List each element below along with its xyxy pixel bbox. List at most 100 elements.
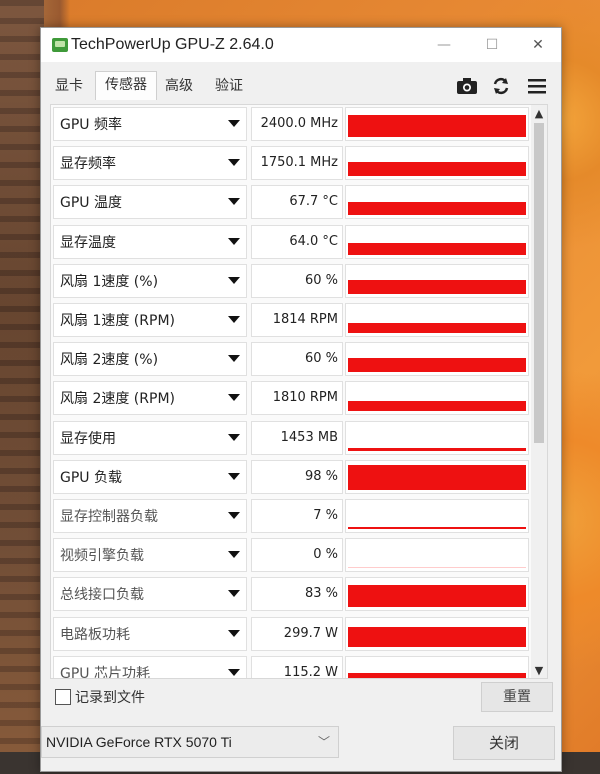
log-to-file-label: 记录到文件 bbox=[75, 690, 145, 706]
sensor-value-cell: 67.7 °C bbox=[251, 185, 343, 220]
sensor-name: 总线接口负载 bbox=[60, 587, 144, 604]
toolbar bbox=[455, 74, 551, 98]
sensor-name-dropdown[interactable]: 电路板功耗 bbox=[53, 616, 247, 651]
sensor-graph-fill bbox=[348, 626, 526, 647]
sensor-value: 67.7 °C bbox=[289, 194, 338, 210]
sensor-graph bbox=[345, 420, 529, 455]
sensor-scrollbar[interactable]: ▲ ▼ bbox=[531, 105, 547, 678]
sensor-value-cell: 115.2 W bbox=[251, 655, 343, 678]
sensor-value-cell: 60 % bbox=[251, 342, 343, 377]
maximize-button[interactable]: ☐ bbox=[469, 28, 515, 62]
sensor-graph bbox=[345, 107, 529, 141]
sensor-graph-fill bbox=[348, 162, 526, 177]
dropdown-arrow-icon[interactable] bbox=[228, 590, 240, 598]
sensor-name-dropdown[interactable]: 风扇 2速度 (RPM) bbox=[53, 381, 247, 416]
tab-advanced[interactable]: 高级 bbox=[159, 73, 199, 99]
sensor-name-dropdown[interactable]: 风扇 1速度 (%) bbox=[53, 263, 247, 298]
sensor-graph bbox=[345, 459, 529, 494]
dropdown-arrow-icon[interactable] bbox=[228, 433, 240, 441]
tab-graphics-card[interactable]: 显卡 bbox=[49, 73, 89, 99]
sensor-graph bbox=[345, 381, 529, 416]
tab-bar: 显卡 传感器 高级 验证 bbox=[49, 71, 289, 100]
sensor-name-dropdown[interactable]: GPU 温度 bbox=[53, 185, 247, 220]
sensor-graph bbox=[345, 616, 529, 651]
dropdown-arrow-icon[interactable] bbox=[228, 159, 240, 167]
sensor-name: GPU 温度 bbox=[60, 195, 122, 212]
sensor-graph bbox=[345, 577, 529, 612]
scroll-up-icon[interactable]: ▲ bbox=[531, 105, 547, 121]
sensor-name-dropdown[interactable]: 视频引擎负载 bbox=[53, 538, 247, 573]
sensor-graph-fill bbox=[348, 202, 526, 216]
sensor-value: 1814 RPM bbox=[272, 312, 338, 327]
sensor-row: GPU 温度 67.7 °C bbox=[53, 183, 529, 220]
refresh-icon[interactable] bbox=[489, 74, 513, 98]
hamburger-menu-icon[interactable] bbox=[525, 74, 549, 98]
scroll-thumb[interactable] bbox=[534, 123, 544, 443]
reset-button[interactable]: 重置 bbox=[481, 682, 553, 712]
sensor-row: 显存温度 64.0 °C bbox=[53, 223, 529, 259]
close-icon: ✕ bbox=[532, 37, 544, 53]
sensor-graph bbox=[345, 655, 529, 678]
sensor-name: 显存频率 bbox=[60, 156, 116, 173]
sensor-graph-fill bbox=[348, 672, 526, 678]
sensor-value: 1810 RPM bbox=[272, 390, 338, 406]
sensor-graph-fill bbox=[348, 323, 526, 333]
dropdown-arrow-icon[interactable] bbox=[228, 276, 240, 284]
log-to-file-checkbox[interactable] bbox=[55, 689, 71, 705]
sensor-graph-fill bbox=[348, 585, 526, 608]
sensor-name-dropdown[interactable]: 显存使用 bbox=[53, 420, 247, 455]
dropdown-arrow-icon[interactable] bbox=[228, 316, 240, 323]
sensor-graph bbox=[345, 263, 529, 298]
sensor-name-dropdown[interactable]: 显存温度 bbox=[53, 224, 247, 259]
sensor-value-cell: 1810 RPM bbox=[251, 381, 343, 416]
sensor-name-dropdown[interactable]: GPU 频率 bbox=[53, 107, 247, 141]
sensor-name-dropdown[interactable]: 显存控制器负载 bbox=[53, 499, 247, 533]
device-select[interactable]: NVIDIA GeForce RTX 5070 Ti ﹀ bbox=[41, 726, 339, 758]
sensor-name: 显存温度 bbox=[60, 234, 116, 251]
minimize-icon: — bbox=[437, 37, 451, 53]
dropdown-arrow-icon[interactable] bbox=[228, 472, 240, 480]
minimize-button[interactable]: — bbox=[421, 28, 467, 62]
dropdown-arrow-icon[interactable] bbox=[228, 355, 240, 363]
tab-sensors[interactable]: 传感器 bbox=[95, 71, 157, 100]
sensor-graph-fill bbox=[348, 401, 526, 412]
sensor-name-dropdown[interactable]: GPU 负载 bbox=[53, 459, 247, 494]
dropdown-arrow-icon[interactable] bbox=[228, 551, 240, 559]
sensor-value-cell: 299.7 W bbox=[251, 616, 343, 651]
scroll-down-icon[interactable]: ▼ bbox=[531, 662, 547, 678]
sensor-name-dropdown[interactable]: 总线接口负载 bbox=[53, 577, 247, 612]
sensor-name: GPU 频率 bbox=[60, 117, 122, 133]
dropdown-arrow-icon[interactable] bbox=[228, 629, 240, 637]
dropdown-arrow-icon[interactable] bbox=[228, 512, 240, 519]
sensor-name-dropdown[interactable]: 风扇 2速度 (%) bbox=[53, 342, 247, 377]
gpuz-window: TechPowerUp GPU-Z 2.64.0 — ☐ ✕ 显卡 传感器 高级… bbox=[40, 27, 562, 772]
sensor-value-cell: 2400.0 MHz bbox=[251, 107, 343, 141]
sensor-value: 2400.0 MHz bbox=[260, 116, 338, 131]
close-window-button[interactable]: ✕ bbox=[515, 28, 561, 62]
sensor-graph-fill bbox=[348, 447, 526, 451]
sensor-row: 电路板功耗 299.7 W bbox=[53, 615, 529, 651]
sensor-graph bbox=[345, 499, 529, 533]
sensor-value: 1453 MB bbox=[280, 429, 338, 445]
sensor-value-cell: 98 % bbox=[251, 459, 343, 494]
dropdown-arrow-icon[interactable] bbox=[228, 394, 240, 402]
close-button[interactable]: 关闭 bbox=[453, 726, 555, 760]
sensor-graph-fill bbox=[348, 115, 526, 137]
sensor-name-dropdown[interactable]: 显存频率 bbox=[53, 146, 247, 181]
dropdown-arrow-icon[interactable] bbox=[228, 237, 240, 245]
dropdown-arrow-icon[interactable] bbox=[228, 668, 240, 676]
sensor-name-dropdown[interactable]: GPU 芯片功耗 bbox=[53, 655, 247, 678]
sensor-value: 0 % bbox=[313, 547, 338, 563]
dropdown-arrow-icon[interactable] bbox=[228, 120, 240, 127]
dropdown-arrow-icon[interactable] bbox=[228, 198, 240, 206]
sensor-row: 风扇 2速度 (%) 60 % bbox=[53, 340, 529, 377]
tab-validation[interactable]: 验证 bbox=[209, 73, 249, 99]
camera-icon[interactable] bbox=[455, 74, 479, 98]
gpuz-app-icon bbox=[52, 38, 68, 52]
sensor-graph-fill bbox=[348, 527, 526, 529]
title-bar[interactable]: TechPowerUp GPU-Z 2.64.0 — ☐ ✕ bbox=[41, 28, 561, 62]
sensor-value: 60 % bbox=[304, 272, 338, 288]
sensor-name-dropdown[interactable]: 风扇 1速度 (RPM) bbox=[53, 303, 247, 337]
sensor-graph-fill bbox=[348, 279, 526, 294]
sensor-value: 98 % bbox=[304, 468, 338, 484]
